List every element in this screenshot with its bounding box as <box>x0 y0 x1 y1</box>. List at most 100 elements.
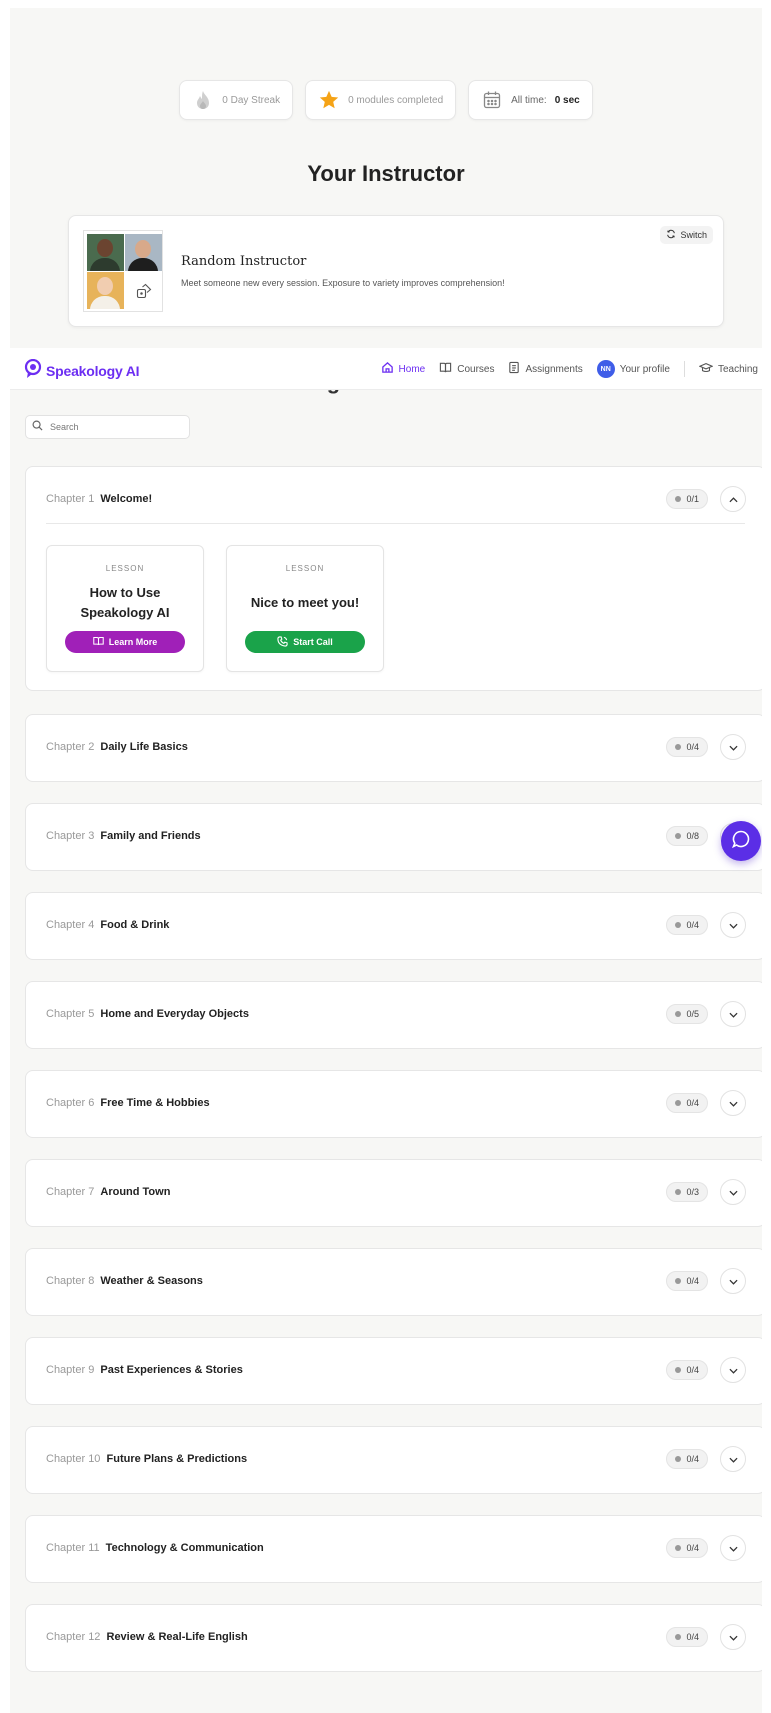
progress-text: 0/4 <box>686 1365 699 1375</box>
calendar-icon <box>481 89 503 111</box>
chevron-up-icon <box>728 490 738 508</box>
instructor-card[interactable]: Random Instructor Meet someone new every… <box>68 215 724 327</box>
chevron-down-icon <box>728 1272 738 1290</box>
chapter-label: Chapter 6 Free Time & Hobbies <box>46 1097 210 1109</box>
page: 0 Day Streak 0 modules completed All tim… <box>10 8 762 1713</box>
lesson-kind: LESSON <box>105 564 145 573</box>
expand-button[interactable] <box>720 912 746 938</box>
chevron-down-icon <box>728 1628 738 1646</box>
chapter-card[interactable]: Chapter 6 Free Time & Hobbies 0/4 <box>25 1070 762 1138</box>
progress-text: 0/8 <box>686 831 699 841</box>
chapter-label: Chapter 12 Review & Real-Life English <box>46 1631 248 1643</box>
chapter-number: Chapter 2 <box>46 741 95 753</box>
nav-profile[interactable]: NN Your profile <box>596 360 670 378</box>
status-dot-icon <box>675 1545 682 1551</box>
collapse-button[interactable] <box>720 486 746 512</box>
status-dot-icon <box>675 496 682 502</box>
progress-text: 0/3 <box>686 1187 699 1197</box>
chapter-label: Chapter 2 Daily Life Basics <box>46 741 188 753</box>
status-dot-icon <box>675 1189 682 1195</box>
nav-divider <box>683 361 685 377</box>
nav-courses[interactable]: Courses <box>439 361 494 377</box>
learn-more-label: Learn More <box>108 637 158 647</box>
chapter-card[interactable]: Chapter 2 Daily Life Basics 0/4 <box>25 714 762 782</box>
expand-button[interactable] <box>720 734 746 760</box>
lesson-card[interactable]: LESSON How to Use Speakology AI Learn Mo… <box>46 545 204 672</box>
chapter-label: Chapter 1 Welcome! <box>46 493 152 505</box>
brand-name: Speakology AI <box>46 362 140 379</box>
progress-text: 0/4 <box>686 1454 699 1464</box>
chapter-title: Around Town <box>100 1186 171 1198</box>
expand-button[interactable] <box>720 1357 746 1383</box>
expand-button[interactable] <box>720 1001 746 1027</box>
top-navbar: Speakology AI Home Courses Assignments N… <box>10 348 762 390</box>
book-icon <box>439 361 452 377</box>
nav-home[interactable]: Home <box>381 361 426 377</box>
nav-home-label: Home <box>398 363 426 375</box>
brand-logo[interactable]: Speakology AI <box>24 358 140 382</box>
progress-text: 0/1 <box>686 494 699 504</box>
chapter-card[interactable]: Chapter 4 Food & Drink 0/4 <box>25 892 762 960</box>
chapter-number: Chapter 3 <box>46 830 95 842</box>
start-call-button[interactable]: Start Call <box>245 631 365 653</box>
nav-assignments-label: Assignments <box>525 363 583 375</box>
chapter-card[interactable]: Chapter 10 Future Plans & Predictions 0/… <box>25 1426 762 1494</box>
chapter-number: Chapter 8 <box>46 1275 95 1287</box>
chapter-card[interactable]: Chapter 3 Family and Friends 0/8 <box>25 803 762 871</box>
switch-button[interactable]: Switch <box>660 226 713 244</box>
status-dot-icon <box>675 1456 682 1462</box>
instructor-photo <box>87 234 124 271</box>
chapter-label: Chapter 7 Around Town <box>46 1186 170 1198</box>
progress-text: 0/4 <box>686 920 699 930</box>
progress-text: 0/4 <box>686 1632 699 1642</box>
chapter-divider <box>46 523 745 524</box>
chevron-down-icon <box>728 1539 738 1557</box>
chapter-label: Chapter 8 Weather & Seasons <box>46 1275 203 1287</box>
chevron-down-icon <box>728 1094 738 1112</box>
chat-button[interactable] <box>721 821 761 861</box>
progress-badge: 0/4 <box>666 1360 708 1380</box>
expand-button[interactable] <box>720 1624 746 1650</box>
clipboard-icon <box>508 361 520 377</box>
chapter-card[interactable]: Chapter 5 Home and Everyday Objects 0/5 <box>25 981 762 1049</box>
chapter-title: Free Time & Hobbies <box>100 1097 210 1109</box>
progress-badge: 0/8 <box>666 826 708 846</box>
search-icon <box>32 418 43 436</box>
chapter-label: Chapter 5 Home and Everyday Objects <box>46 1008 249 1020</box>
chapter-card[interactable]: Chapter 7 Around Town 0/3 <box>25 1159 762 1227</box>
progress-badge: 0/4 <box>666 1627 708 1647</box>
chapter-title: Food & Drink <box>100 919 170 931</box>
chapter-label: Chapter 9 Past Experiences & Stories <box>46 1364 243 1376</box>
expand-button[interactable] <box>720 1535 746 1561</box>
progress-text: 0/4 <box>686 1276 699 1286</box>
chapter-card[interactable]: Chapter 8 Weather & Seasons 0/4 <box>25 1248 762 1316</box>
lesson-card[interactable]: LESSON Nice to meet you! Start Call <box>226 545 384 672</box>
expand-button[interactable] <box>720 1446 746 1472</box>
chapter-number: Chapter 12 <box>46 1631 101 1643</box>
instructor-description: Meet someone new every session. Exposure… <box>181 278 505 288</box>
instructor-name: Random Instructor <box>181 254 307 269</box>
chapter-number: Chapter 7 <box>46 1186 95 1198</box>
instructor-section-title: Your Instructor <box>307 161 465 186</box>
phone-icon <box>277 635 288 649</box>
nav-teaching[interactable]: Teaching <box>698 362 758 377</box>
alltime-value: 0 sec <box>554 94 580 106</box>
chevron-down-icon <box>728 738 738 756</box>
learn-more-button[interactable]: Learn More <box>65 631 185 653</box>
chapter-card[interactable]: Chapter 9 Past Experiences & Stories 0/4 <box>25 1337 762 1405</box>
chapter-title: Future Plans & Predictions <box>106 1453 248 1465</box>
instructor-photo <box>125 234 162 271</box>
expand-button[interactable] <box>720 1179 746 1205</box>
expand-button[interactable] <box>720 1090 746 1116</box>
chapter-card[interactable]: Chapter 12 Review & Real-Life English 0/… <box>25 1604 762 1672</box>
modules-text: 0 modules completed <box>348 94 444 106</box>
nav-assignments[interactable]: Assignments <box>508 361 583 377</box>
chevron-down-icon <box>728 1183 738 1201</box>
search-input[interactable] <box>48 421 182 433</box>
expand-button[interactable] <box>720 1268 746 1294</box>
chapter-card[interactable]: Chapter 11 Technology & Communication 0/… <box>25 1515 762 1583</box>
chapter-number: Chapter 4 <box>46 919 95 931</box>
status-dot-icon <box>675 1011 682 1017</box>
lesson-title: How to Use Speakology AI <box>80 585 170 620</box>
status-dot-icon <box>675 1278 682 1284</box>
